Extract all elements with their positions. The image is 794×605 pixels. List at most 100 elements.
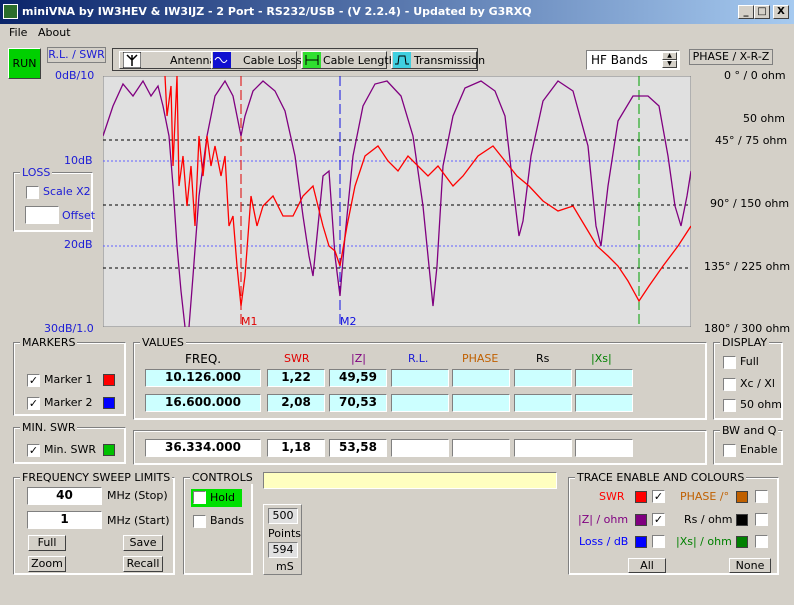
save-button[interactable]: Save <box>123 535 163 551</box>
marker2-z: 70,53 <box>329 394 387 412</box>
trace-all-button[interactable]: All <box>628 558 666 573</box>
min-z: 53,58 <box>329 439 387 457</box>
trace-loss-color[interactable] <box>635 536 647 548</box>
min-freq: 36.334.000 <box>145 439 261 457</box>
transmission-button[interactable]: Transmission <box>391 51 485 69</box>
minimize-button[interactable]: _ <box>738 5 754 19</box>
transmission-icon <box>393 52 411 68</box>
trace-none-button[interactable]: None <box>729 558 771 573</box>
bwq-enable-label: Enable <box>740 443 778 456</box>
display-50ohm-label: 50 ohm <box>740 398 782 411</box>
close-button[interactable]: X <box>773 5 789 19</box>
offset-input[interactable] <box>25 206 59 224</box>
header-phase: PHASE <box>462 352 499 365</box>
marker1-color-swatch[interactable] <box>103 374 115 386</box>
trace-phase-color[interactable] <box>736 491 748 503</box>
min-swr-group-title: MIN. SWR <box>20 421 78 434</box>
display-xcxl-checkbox[interactable] <box>723 378 736 391</box>
mode-toolbar: Antenna Cable Loss Cable Length Transmis… <box>112 48 485 71</box>
header-rs: Rs <box>536 352 550 365</box>
left-axis-label-1: 10dB <box>64 154 93 167</box>
menu-about[interactable]: About <box>38 26 71 39</box>
stop-freq-input[interactable]: 40 <box>27 487 102 505</box>
sweep-plot[interactable]: M1 M2 <box>103 76 691 327</box>
zoom-button[interactable]: Zoom <box>28 556 66 572</box>
header-freq: FREQ. <box>185 352 222 366</box>
bwq-enable-checkbox[interactable] <box>723 444 736 457</box>
display-50ohm-checkbox[interactable] <box>723 399 736 412</box>
rl-swr-label: R.L. / SWR <box>47 47 106 63</box>
trace-rs-label: Rs / ohm <box>684 513 733 526</box>
trace-group-title: TRACE ENABLE AND COLOURS <box>575 471 747 484</box>
trace-group: TRACE ENABLE AND COLOURS SWR ✓ |Z| / ohm… <box>568 471 779 575</box>
sweep-limits-title: FREQUENCY SWEEP LIMITS <box>20 471 173 484</box>
hold-toggle[interactable]: Hold <box>191 489 242 507</box>
trace-xs-color[interactable] <box>736 536 748 548</box>
hold-checkbox[interactable] <box>193 491 206 504</box>
hold-label: Hold <box>210 491 236 504</box>
marker1-phase <box>452 369 510 387</box>
marker2-checkbox[interactable]: ✓ <box>27 397 40 410</box>
marker2-freq: 16.600.000 <box>145 394 261 412</box>
maximize-button[interactable]: □ <box>754 5 770 19</box>
band-select[interactable]: HF Bands ▲ ▼ <box>586 50 680 70</box>
min-swr-color-swatch[interactable] <box>103 444 115 456</box>
trace-rs-checkbox[interactable] <box>755 513 768 526</box>
marker1-swr: 1,22 <box>267 369 325 387</box>
full-button[interactable]: Full <box>28 535 66 551</box>
marker2-color-swatch[interactable] <box>103 397 115 409</box>
recall-button[interactable]: Recall <box>123 556 163 572</box>
min-rl <box>391 439 449 457</box>
trace-rs-color[interactable] <box>736 514 748 526</box>
start-freq-input[interactable]: 1 <box>27 511 102 529</box>
trace-z-label: |Z| / ohm <box>578 513 629 526</box>
trace-z-checkbox[interactable]: ✓ <box>652 513 665 526</box>
trace-xs-checkbox[interactable] <box>755 535 768 548</box>
right-axis-label-4: 135° / 225 ohm <box>704 260 791 273</box>
spin-down-icon[interactable]: ▼ <box>662 60 677 68</box>
ms-label: mS <box>276 560 294 573</box>
header-xs: |Xs| <box>591 352 612 365</box>
trace-swr-color[interactable] <box>635 491 647 503</box>
antenna-icon <box>123 52 141 68</box>
window-title: miniVNA by IW3HEV & IW3IJZ - 2 Port - RS… <box>22 5 532 18</box>
trace-swr-label: SWR <box>599 490 625 503</box>
run-button[interactable]: RUN <box>8 48 41 79</box>
bwq-group: BW and Q Enable <box>713 424 783 465</box>
min-swr-value: 1,18 <box>267 439 325 457</box>
scale-x2-checkbox[interactable] <box>26 186 39 199</box>
marker2-swr: 2,08 <box>267 394 325 412</box>
controls-group: CONTROLS Hold Bands <box>183 471 255 575</box>
antenna-button[interactable]: Antenna <box>119 51 216 69</box>
cable-length-button[interactable]: Cable Length <box>301 51 396 69</box>
status-bar <box>263 472 557 489</box>
trace-phase-checkbox[interactable] <box>755 490 768 503</box>
spin-up-icon[interactable]: ▲ <box>662 52 677 60</box>
marker1-rs <box>514 369 572 387</box>
right-axis-label-3: 90° / 150 ohm <box>710 197 790 210</box>
loss-group-title: LOSS <box>20 166 53 179</box>
trace-z-color[interactable] <box>635 514 647 526</box>
header-rl: R.L. <box>408 352 429 365</box>
loss-group: LOSS Scale X2 Offset <box>13 166 95 232</box>
min-xs <box>575 439 633 457</box>
header-swr: SWR <box>284 352 310 365</box>
display-full-checkbox[interactable] <box>723 356 736 369</box>
values-group-title: VALUES <box>140 336 186 349</box>
bands-label: Bands <box>210 514 244 527</box>
trace-swr-checkbox[interactable]: ✓ <box>652 490 665 503</box>
values-group: VALUES FREQ. SWR |Z| R.L. PHASE Rs |Xs| … <box>133 336 707 420</box>
trace-loss-checkbox[interactable] <box>652 535 665 548</box>
marker2-rs <box>514 394 572 412</box>
marker1-checkbox[interactable]: ✓ <box>27 374 40 387</box>
menu-file[interactable]: File <box>9 26 27 39</box>
points-value: 500 <box>268 508 298 524</box>
display-group: DISPLAY Full Xc / Xl 50 ohm <box>713 336 783 420</box>
bands-checkbox[interactable] <box>193 515 206 528</box>
trace-phase-label: PHASE /° <box>680 490 730 503</box>
cable-loss-button[interactable]: Cable Loss <box>211 51 302 69</box>
stop-freq-unit: MHz (Stop) <box>107 489 168 502</box>
cable-loss-icon <box>213 52 231 68</box>
min-swr-checkbox[interactable]: ✓ <box>27 444 40 457</box>
sweep-limits-group: FREQUENCY SWEEP LIMITS 40 MHz (Stop) 1 M… <box>13 471 175 575</box>
